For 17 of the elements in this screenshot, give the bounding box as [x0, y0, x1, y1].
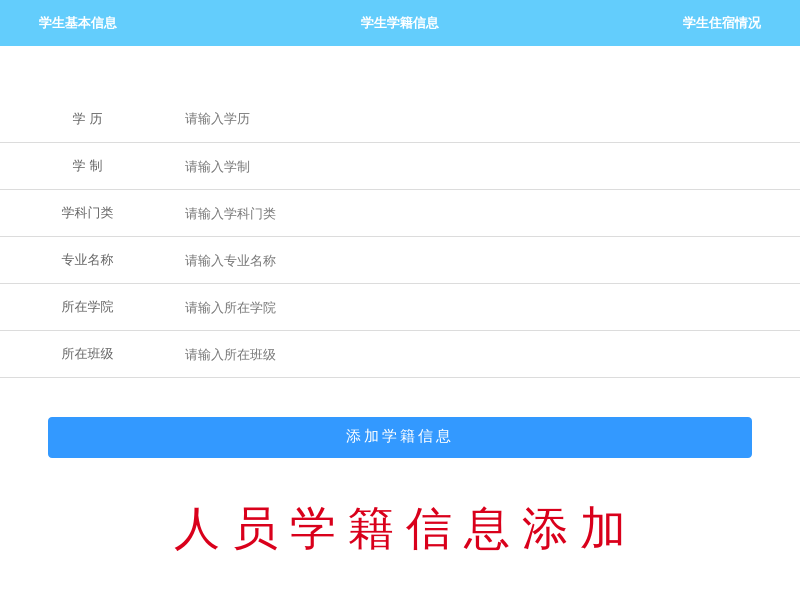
nav-tab[interactable]: 学生基本信息: [39, 13, 117, 33]
nav-tab[interactable]: 学生学籍信息: [361, 13, 439, 33]
add-enrollment-button[interactable]: 添加学籍信息: [48, 417, 752, 458]
input-field[interactable]: 请输入专业名称: [185, 245, 745, 275]
input-field[interactable]: 请输入所在学院: [185, 292, 745, 322]
field-label: 专业名称: [60, 251, 114, 270]
field-label: 所在班级: [60, 345, 114, 364]
caption-title: 人员学籍信息添加: [173, 501, 638, 556]
field-label: 学科门类: [60, 204, 114, 222]
input-field[interactable]: 请输入学制: [185, 151, 745, 181]
input-field[interactable]: 请输入学历: [185, 104, 745, 134]
field-label: 学 历: [72, 110, 104, 128]
field-label: 所在学院: [60, 298, 114, 316]
field-label: 学 制: [72, 157, 104, 176]
input-field[interactable]: 请输入所在班级: [185, 339, 745, 369]
input-field[interactable]: 请输入学科门类: [185, 198, 745, 228]
nav-tab[interactable]: 学生住宿情况: [683, 13, 761, 33]
